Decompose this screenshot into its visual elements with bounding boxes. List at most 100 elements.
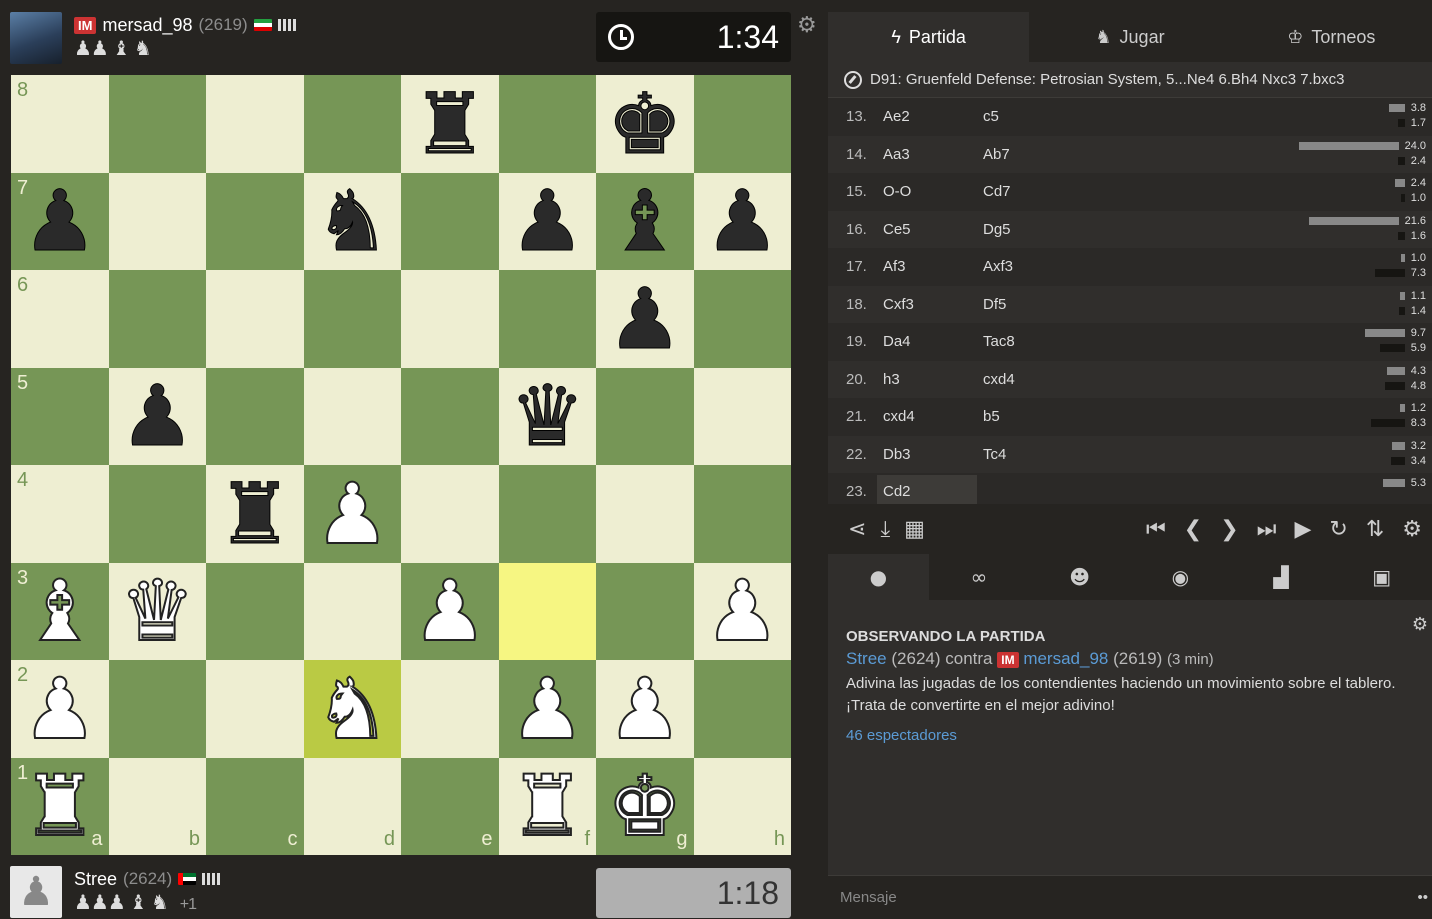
- users-icon[interactable]: ☻: [1029, 554, 1131, 600]
- square-d5[interactable]: [303, 367, 401, 465]
- square-g6[interactable]: ♟: [596, 270, 694, 368]
- square-e6[interactable]: [401, 270, 499, 368]
- square-d6[interactable]: [303, 270, 401, 368]
- square-g8[interactable]: ♚: [596, 75, 694, 173]
- square-h3[interactable]: ♟: [693, 562, 791, 660]
- white-move[interactable]: Db3: [883, 446, 983, 463]
- white-rook[interactable]: ♜: [509, 763, 586, 849]
- black-pawn[interactable]: ♟: [704, 179, 780, 264]
- black-player-link[interactable]: mersad_98: [1023, 649, 1108, 668]
- square-e1[interactable]: e: [401, 757, 499, 855]
- black-king[interactable]: ♚: [607, 81, 683, 166]
- gear-icon[interactable]: ⚙: [1412, 614, 1428, 635]
- square-h6[interactable]: [693, 270, 791, 368]
- square-g1[interactable]: g ♚: [596, 757, 694, 855]
- square-f6[interactable]: [498, 270, 596, 368]
- square-h2[interactable]: [693, 660, 791, 758]
- square-c2[interactable]: [206, 660, 304, 758]
- square-h4[interactable]: [693, 465, 791, 563]
- more-icon[interactable]: ••: [1417, 889, 1428, 906]
- square-e7[interactable]: [401, 172, 499, 270]
- square-c6[interactable]: [206, 270, 304, 368]
- white-pawn[interactable]: ♟: [509, 666, 586, 752]
- black-bishop[interactable]: ♝: [607, 179, 683, 264]
- flip-board-icon[interactable]: ⇅: [1366, 517, 1384, 542]
- black-move[interactable]: Cd7: [983, 183, 1083, 200]
- black-move[interactable]: Dg5: [983, 221, 1083, 238]
- player-name[interactable]: mersad_98: [102, 15, 192, 36]
- gear-icon[interactable]: ⚙: [797, 12, 817, 38]
- square-f3[interactable]: [498, 562, 596, 660]
- square-d3[interactable]: [303, 562, 401, 660]
- square-f2[interactable]: ♟: [498, 660, 596, 758]
- square-a2[interactable]: 2 ♟: [11, 660, 109, 758]
- square-b6[interactable]: [108, 270, 206, 368]
- black-move[interactable]: Tac8: [983, 333, 1083, 350]
- square-b1[interactable]: b: [108, 757, 206, 855]
- square-a8[interactable]: 8: [11, 75, 109, 173]
- black-move[interactable]: c5: [983, 108, 1083, 125]
- square-a6[interactable]: 6: [11, 270, 109, 368]
- black-move[interactable]: Df5: [983, 296, 1083, 313]
- square-a3[interactable]: 3 ♝: [11, 562, 109, 660]
- square-h1[interactable]: h: [693, 757, 791, 855]
- white-move[interactable]: Da4: [883, 333, 983, 350]
- white-move[interactable]: Aa3: [883, 146, 983, 163]
- white-pawn[interactable]: ♟: [606, 666, 683, 752]
- square-b8[interactable]: [108, 75, 206, 173]
- play-icon[interactable]: ▶: [1294, 517, 1311, 542]
- square-a4[interactable]: 4: [11, 465, 109, 563]
- square-g4[interactable]: [596, 465, 694, 563]
- square-g3[interactable]: [596, 562, 694, 660]
- black-queen[interactable]: ♛: [509, 374, 585, 459]
- square-e5[interactable]: [401, 367, 499, 465]
- black-move[interactable]: Tc4: [983, 446, 1083, 463]
- square-f5[interactable]: ♛: [498, 367, 596, 465]
- square-b7[interactable]: [108, 172, 206, 270]
- chat-icon[interactable]: ◉: [1130, 554, 1231, 600]
- white-move[interactable]: h3: [883, 371, 983, 388]
- black-rook[interactable]: ♜: [412, 81, 488, 166]
- black-pawn[interactable]: ♟: [22, 179, 98, 264]
- white-king[interactable]: ♚: [606, 763, 683, 849]
- square-g7[interactable]: ♝: [596, 172, 694, 270]
- black-pawn[interactable]: ♟: [607, 276, 683, 361]
- black-rook[interactable]: ♜: [217, 471, 293, 556]
- first-move-icon[interactable]: ⏮: [1146, 517, 1166, 542]
- refresh-icon[interactable]: ↻: [1329, 517, 1347, 542]
- square-f7[interactable]: ♟: [498, 172, 596, 270]
- square-h5[interactable]: [693, 367, 791, 465]
- square-f4[interactable]: [498, 465, 596, 563]
- white-move[interactable]: Cd2: [877, 475, 977, 504]
- square-d2[interactable]: ♞: [303, 660, 401, 758]
- last-move-icon[interactable]: ⏭: [1257, 517, 1277, 542]
- spectators-link[interactable]: 46 espectadores: [846, 725, 1414, 747]
- white-queen[interactable]: ♛: [119, 568, 196, 654]
- white-move[interactable]: Cxf3: [883, 296, 983, 313]
- opening-name[interactable]: D91: Gruenfeld Defense: Petrosian System…: [828, 62, 1432, 98]
- white-move[interactable]: O-O: [883, 183, 983, 200]
- square-e3[interactable]: ♟: [401, 562, 499, 660]
- avatar[interactable]: ♟: [10, 866, 62, 918]
- square-c3[interactable]: [206, 562, 304, 660]
- white-rook[interactable]: ♜: [21, 763, 98, 849]
- square-c5[interactable]: [206, 367, 304, 465]
- white-move[interactable]: cxd4: [883, 408, 983, 425]
- black-move[interactable]: Axf3: [983, 258, 1083, 275]
- white-bishop[interactable]: ♝: [21, 568, 98, 654]
- black-pawn[interactable]: ♟: [119, 374, 195, 459]
- prev-move-icon[interactable]: ❮: [1184, 517, 1202, 542]
- square-e2[interactable]: [401, 660, 499, 758]
- white-move[interactable]: Af3: [883, 258, 983, 275]
- square-c7[interactable]: [206, 172, 304, 270]
- square-d1[interactable]: d: [303, 757, 401, 855]
- square-d7[interactable]: ♞: [303, 172, 401, 270]
- clapper-icon[interactable]: ▣: [1331, 554, 1432, 600]
- tab-torneos[interactable]: ♔ Torneos: [1230, 12, 1432, 62]
- square-b5[interactable]: ♟: [108, 367, 206, 465]
- black-knight[interactable]: ♞: [314, 179, 390, 264]
- square-a5[interactable]: 5: [11, 367, 109, 465]
- tab-partida[interactable]: ϟ Partida: [828, 12, 1030, 62]
- podium-icon[interactable]: ▟: [1230, 554, 1332, 600]
- square-b4[interactable]: [108, 465, 206, 563]
